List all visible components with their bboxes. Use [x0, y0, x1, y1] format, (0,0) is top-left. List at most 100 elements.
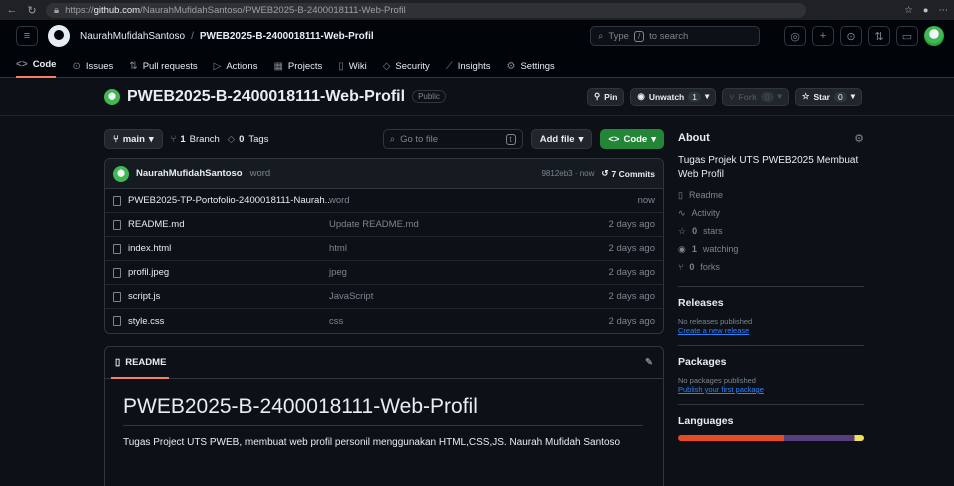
code-icon: <>	[16, 59, 28, 70]
issues-icon[interactable]: ⊙	[840, 26, 862, 46]
edit-pencil-icon[interactable]: ✎	[645, 357, 653, 368]
forks-link[interactable]: ⑂ 0 forks	[678, 258, 864, 276]
file-name[interactable]: index.html	[128, 243, 171, 254]
tags-link[interactable]: ◇ 0 Tags	[228, 134, 269, 145]
latest-commit: NaurahMufidahSantoso word 9812eb3 · now …	[105, 159, 663, 189]
eye-icon: ◉	[637, 91, 645, 101]
gear-icon: ⚙	[506, 61, 516, 72]
file-icon	[113, 243, 121, 254]
table-row[interactable]: style.css css 2 days ago	[105, 309, 663, 333]
file-commit-message[interactable]: css	[329, 316, 609, 327]
releases-title[interactable]: Releases	[678, 297, 864, 309]
tab-actions[interactable]: ▷ Actions	[214, 61, 258, 78]
star-button[interactable]: ☆ Star 0 ▾	[794, 87, 862, 106]
gear-icon[interactable]: ⚙	[854, 132, 864, 145]
lock-icon: 🔒︎	[54, 4, 60, 16]
owner-link[interactable]: NaurahMufidahSantoso	[80, 31, 185, 42]
table-row[interactable]: README.md Update README.md 2 days ago	[105, 213, 663, 237]
menu-icon[interactable]: ≡	[16, 26, 38, 46]
tab-pull-requests[interactable]: ⇅ Pull requests	[129, 61, 197, 78]
create-release-link[interactable]: Create a new release	[678, 326, 864, 335]
readme-tab[interactable]: README	[125, 357, 166, 368]
readme-link[interactable]: ▯ Readme	[678, 186, 864, 204]
branches-link[interactable]: ⑂ 1 Branch	[171, 134, 220, 145]
fork-button[interactable]: ⑂ Fork 0 ▾	[722, 87, 789, 106]
table-row[interactable]: script.js JavaScript 2 days ago	[105, 285, 663, 309]
table-row[interactable]: PWEB2025-TP-Portofolio-2400018111-Naurah…	[105, 189, 663, 213]
github-logo-icon[interactable]	[48, 25, 70, 47]
inbox-icon[interactable]: ▭	[896, 26, 918, 46]
chevron-down-icon: ▾	[578, 133, 584, 145]
copilot-icon[interactable]: ◎	[784, 26, 806, 46]
branch-icon: ⑂	[113, 133, 119, 145]
create-new-icon[interactable]: +	[812, 26, 834, 46]
star-icon: ☆	[801, 91, 810, 101]
file-name[interactable]: style.css	[128, 316, 164, 327]
watch-button[interactable]: ◉ Unwatch 1 ▾	[630, 87, 717, 106]
chevron-down-icon: ▾	[148, 133, 154, 145]
file-name[interactable]: profil.jpeg	[128, 267, 169, 278]
activity-link[interactable]: ∿ Activity	[678, 204, 864, 222]
file-date: now	[637, 195, 655, 206]
file-name[interactable]: PWEB2025-TP-Portofolio-2400018111-Naurah…	[128, 195, 329, 206]
url-text: https://github.com/NaurahMufidahSantoso/…	[65, 4, 406, 16]
favorite-icon[interactable]: ☆	[904, 5, 913, 16]
file-icon	[113, 267, 121, 278]
tab-projects[interactable]: ▦ Projects	[273, 61, 322, 78]
commit-meta[interactable]: 9812eb3 · now	[541, 169, 594, 178]
file-commit-message[interactable]: JavaScript	[329, 291, 609, 302]
code-button[interactable]: <> Code ▾	[600, 129, 664, 149]
reload-icon[interactable]: ↻	[26, 4, 38, 17]
repo-main: ⑂ main ▾ ⑂ 1 Branch ◇ 0 Tags ⌕ Go to file t Add …	[0, 116, 954, 486]
avatar[interactable]	[924, 26, 944, 46]
search-text-after: to search	[649, 30, 689, 42]
file-icon	[113, 195, 121, 206]
file-list: NaurahMufidahSantoso word 9812eb3 · now …	[104, 158, 664, 334]
table-row[interactable]: index.html html 2 days ago	[105, 237, 663, 261]
tab-security[interactable]: ◇ Security	[383, 61, 430, 78]
file-icon	[113, 291, 121, 302]
address-bar[interactable]: 🔒︎ https://github.com/NaurahMufidahSanto…	[46, 2, 806, 18]
table-row[interactable]: profil.jpeg jpeg 2 days ago	[105, 261, 663, 285]
profile-icon[interactable]: ●	[923, 5, 929, 16]
tab-wiki[interactable]: ▯ Wiki	[338, 61, 366, 78]
commit-message[interactable]: word	[250, 168, 271, 179]
commits-link[interactable]: ↺ 7 Commits	[601, 168, 655, 179]
file-commit-message[interactable]: word	[329, 195, 638, 206]
file-commit-message[interactable]: Update README.md	[329, 219, 609, 230]
play-icon: ▷	[213, 61, 222, 72]
watching-link[interactable]: ◉ 1 watching	[678, 240, 864, 258]
file-name[interactable]: script.js	[128, 291, 160, 302]
file-date: 2 days ago	[608, 267, 655, 278]
file-date: 2 days ago	[608, 291, 655, 302]
packages-text: No packages published	[678, 376, 756, 385]
stars-link[interactable]: ☆ 0 stars	[678, 222, 864, 240]
repo-link[interactable]: PWEB2025-B-2400018111-Web-Profil	[200, 31, 374, 42]
repo-title[interactable]: PWEB2025-B-2400018111-Web-Profil	[127, 88, 405, 106]
pin-button[interactable]: ⚲ Pin	[586, 87, 625, 106]
go-to-file-input[interactable]: ⌕ Go to file t	[382, 129, 523, 149]
file-date: 2 days ago	[608, 243, 655, 254]
back-icon[interactable]: ←	[6, 4, 18, 16]
search-text-before: Type	[608, 30, 629, 42]
tab-issues[interactable]: ⊙ Issues	[72, 61, 113, 78]
tab-code[interactable]: <> Code	[16, 59, 57, 78]
file-commit-message[interactable]: jpeg	[329, 267, 609, 278]
eye-icon: ◉	[678, 243, 686, 254]
tab-settings[interactable]: ⚙ Settings	[507, 61, 555, 78]
tag-icon: ◇	[227, 133, 236, 145]
publish-package-link[interactable]: Publish your first package	[678, 385, 864, 394]
readme-body: Tugas Project UTS PWEB, membuat web prof…	[123, 437, 621, 448]
packages-title[interactable]: Packages	[678, 356, 864, 368]
pull-requests-icon[interactable]: ⇅	[868, 26, 890, 46]
more-icon[interactable]: ⋯	[939, 5, 949, 16]
readme-heading: PWEB2025-B-2400018111-Web-Profil	[123, 395, 643, 426]
file-name[interactable]: README.md	[128, 219, 184, 230]
tab-insights[interactable]: ⟋ Insights	[446, 61, 491, 78]
commit-author[interactable]: NaurahMufidahSantoso	[136, 168, 243, 179]
search-input[interactable]: ⌕ Type / to search	[590, 26, 760, 46]
add-file-button[interactable]: Add file ▾	[530, 129, 593, 149]
chevron-down-icon: ▾	[850, 91, 855, 101]
file-commit-message[interactable]: html	[329, 243, 609, 254]
branch-select[interactable]: ⑂ main ▾	[104, 129, 163, 149]
